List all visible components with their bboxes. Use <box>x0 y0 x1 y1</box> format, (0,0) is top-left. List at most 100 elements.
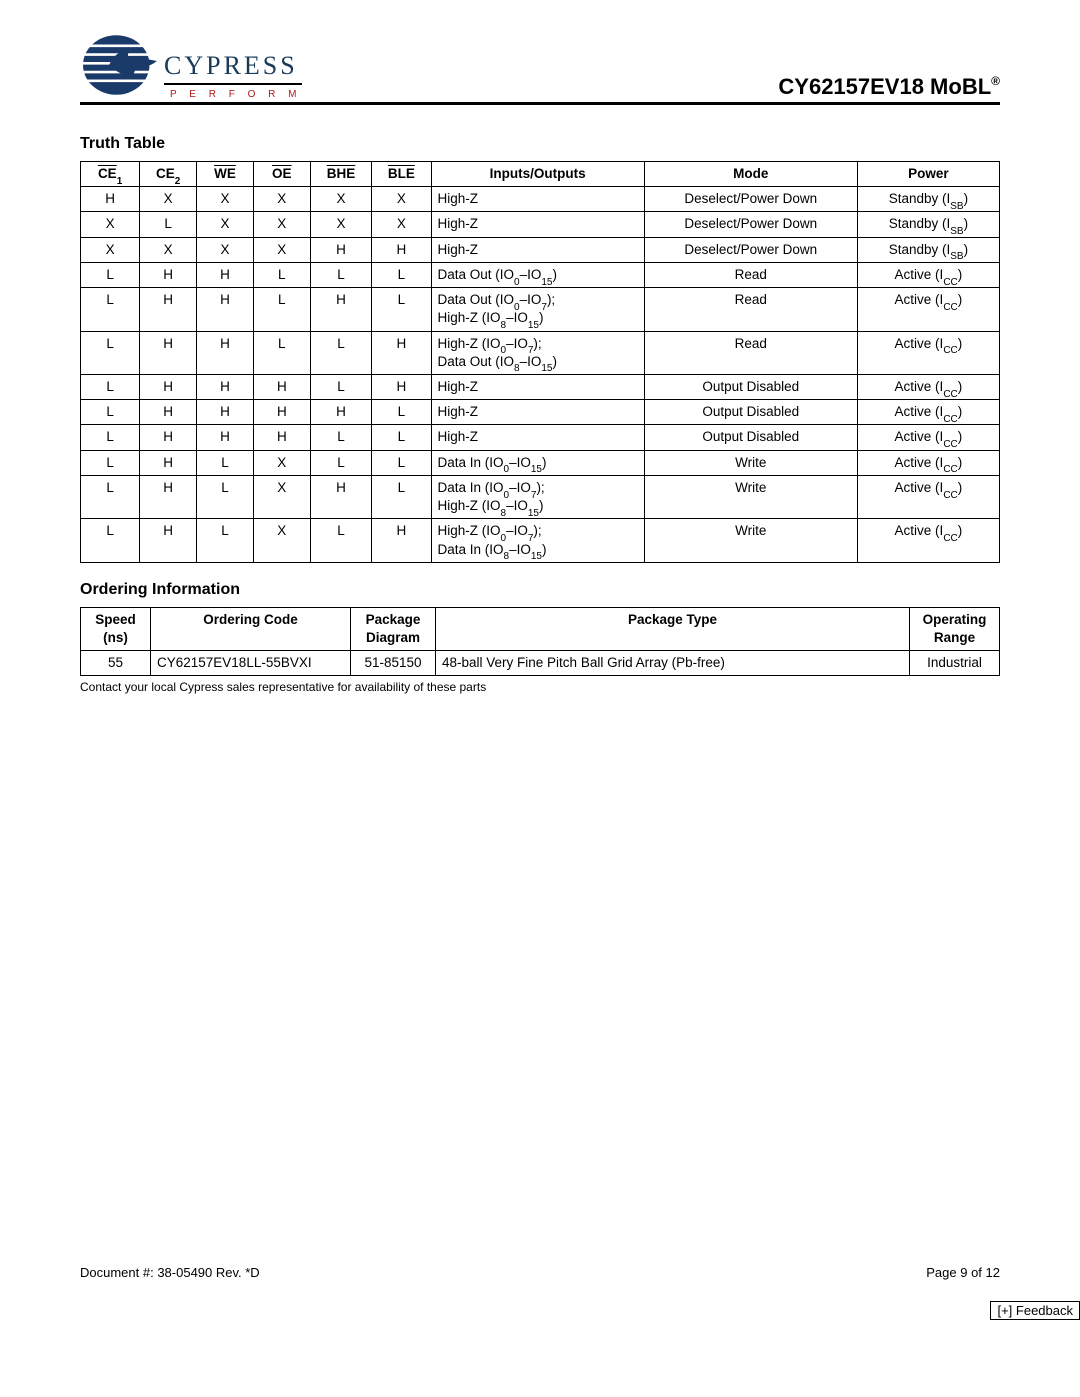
cell-we: L <box>197 450 254 475</box>
cell-ce2: H <box>140 331 197 374</box>
cell-io: High-Z <box>431 237 644 262</box>
cell-pdiag: 51-85150 <box>351 651 436 676</box>
cell-io: Data In (IO0–IO15) <box>431 450 644 475</box>
part-number-title: CY62157EV18 MoBL® <box>778 74 1000 100</box>
cell-we: L <box>197 519 254 562</box>
cell-ce1: X <box>81 212 140 237</box>
table-row: HXXXXXHigh-ZDeselect/Power DownStandby (… <box>81 187 1000 212</box>
cell-mode: Output Disabled <box>644 374 857 399</box>
col-operating-range: Operating Range <box>910 607 1000 650</box>
cell-we: X <box>197 237 254 262</box>
cell-oe: X <box>253 187 310 212</box>
part-number-text: CY62157EV18 MoBL <box>778 74 991 99</box>
truth-table-heading: Truth Table <box>80 135 1000 153</box>
cell-io: High-Z <box>431 187 644 212</box>
cell-mode: Read <box>644 331 857 374</box>
cell-ce2: H <box>140 374 197 399</box>
cell-we: H <box>197 400 254 425</box>
cell-mode: Write <box>644 475 857 518</box>
cell-ce2: L <box>140 212 197 237</box>
cell-power: Active (ICC) <box>857 288 999 331</box>
col-power: Power <box>857 162 999 187</box>
table-row: LHHHLHHigh-ZOutput DisabledActive (ICC) <box>81 374 1000 399</box>
cell-we: H <box>197 331 254 374</box>
ordering-header-row: Speed (ns) Ordering Code Package Diagram… <box>81 607 1000 650</box>
table-row: LHLXLHHigh-Z (IO0–IO7);Data In (IO8–IO15… <box>81 519 1000 562</box>
cell-ce2: X <box>140 187 197 212</box>
truth-table: CE1 CE2 WE OE BHE BLE Inputs/Outputs Mod… <box>80 161 1000 563</box>
cell-oe: X <box>253 212 310 237</box>
cell-mode: Read <box>644 288 857 331</box>
cell-ce2: H <box>140 450 197 475</box>
cell-power: Standby (ISB) <box>857 237 999 262</box>
cell-we: X <box>197 212 254 237</box>
cell-ce2: X <box>140 237 197 262</box>
truth-table-header-row: CE1 CE2 WE OE BHE BLE Inputs/Outputs Mod… <box>81 162 1000 187</box>
cell-ce1: L <box>81 519 140 562</box>
cell-io: Data Out (IO0–IO15) <box>431 262 644 287</box>
page-number: Page 9 of 12 <box>926 1265 1000 1280</box>
cell-power: Standby (ISB) <box>857 212 999 237</box>
cell-power: Active (ICC) <box>857 425 999 450</box>
ordering-heading: Ordering Information <box>80 581 1000 599</box>
cell-bhe: L <box>310 425 372 450</box>
cell-bhe: L <box>310 262 372 287</box>
cell-ble: L <box>372 288 431 331</box>
cell-ce1: X <box>81 237 140 262</box>
col-mode: Mode <box>644 162 857 187</box>
cell-ble: X <box>372 212 431 237</box>
cell-power: Active (ICC) <box>857 519 999 562</box>
cell-oe: X <box>253 450 310 475</box>
cell-ble: L <box>372 400 431 425</box>
cell-io: High-Z (IO0–IO7);Data Out (IO8–IO15) <box>431 331 644 374</box>
ordering-footnote: Contact your local Cypress sales represe… <box>80 680 1000 694</box>
cell-ce1: L <box>81 331 140 374</box>
company-tagline: P E R F O R M <box>170 89 302 100</box>
table-row: XXXXHHHigh-ZDeselect/Power DownStandby (… <box>81 237 1000 262</box>
feedback-button[interactable]: [+] Feedback <box>990 1301 1080 1320</box>
cell-ce2: H <box>140 475 197 518</box>
cell-ce2: H <box>140 400 197 425</box>
cell-ble: L <box>372 262 431 287</box>
cell-bhe: L <box>310 331 372 374</box>
page-header: CYPRESS P E R F O R M CY62157EV18 MoBL® <box>80 30 1000 105</box>
cell-ce2: H <box>140 519 197 562</box>
table-row: LHLXLLData In (IO0–IO15)WriteActive (ICC… <box>81 450 1000 475</box>
cell-ce1: L <box>81 400 140 425</box>
cell-ble: H <box>372 237 431 262</box>
cell-mode: Deselect/Power Down <box>644 212 857 237</box>
col-package-type: Package Type <box>436 607 910 650</box>
cell-io: Data In (IO0–IO7);High-Z (IO8–IO15) <box>431 475 644 518</box>
cell-code: CY62157EV18LL-55BVXI <box>151 651 351 676</box>
table-row: LHLXHLData In (IO0–IO7);High-Z (IO8–IO15… <box>81 475 1000 518</box>
cell-ce1: L <box>81 262 140 287</box>
table-row: 55CY62157EV18LL-55BVXI51-8515048-ball Ve… <box>81 651 1000 676</box>
company-logo: CYPRESS P E R F O R M <box>80 30 302 100</box>
cell-bhe: H <box>310 288 372 331</box>
table-row: XLXXXXHigh-ZDeselect/Power DownStandby (… <box>81 212 1000 237</box>
cell-bhe: X <box>310 212 372 237</box>
registered-mark: ® <box>991 74 1000 88</box>
page-footer: Document #: 38-05490 Rev. *D Page 9 of 1… <box>80 1265 1000 1280</box>
col-bhe: BHE <box>310 162 372 187</box>
col-speed: Speed (ns) <box>81 607 151 650</box>
cell-we: L <box>197 475 254 518</box>
cell-bhe: X <box>310 187 372 212</box>
cell-we: H <box>197 262 254 287</box>
table-row: LHHHHLHigh-ZOutput DisabledActive (ICC) <box>81 400 1000 425</box>
cell-ble: H <box>372 374 431 399</box>
cell-bhe: H <box>310 400 372 425</box>
cell-io: High-Z <box>431 374 644 399</box>
cell-oe: L <box>253 288 310 331</box>
cell-mode: Read <box>644 262 857 287</box>
cell-ce1: L <box>81 450 140 475</box>
table-row: LHHLLHHigh-Z (IO0–IO7);Data Out (IO8–IO1… <box>81 331 1000 374</box>
cell-ble: L <box>372 450 431 475</box>
cell-io: Data Out (IO0–IO7);High-Z (IO8–IO15) <box>431 288 644 331</box>
cell-io: High-Z <box>431 400 644 425</box>
cell-we: H <box>197 425 254 450</box>
cell-oe: H <box>253 400 310 425</box>
cell-oe: L <box>253 331 310 374</box>
cell-we: X <box>197 187 254 212</box>
cell-bhe: L <box>310 450 372 475</box>
